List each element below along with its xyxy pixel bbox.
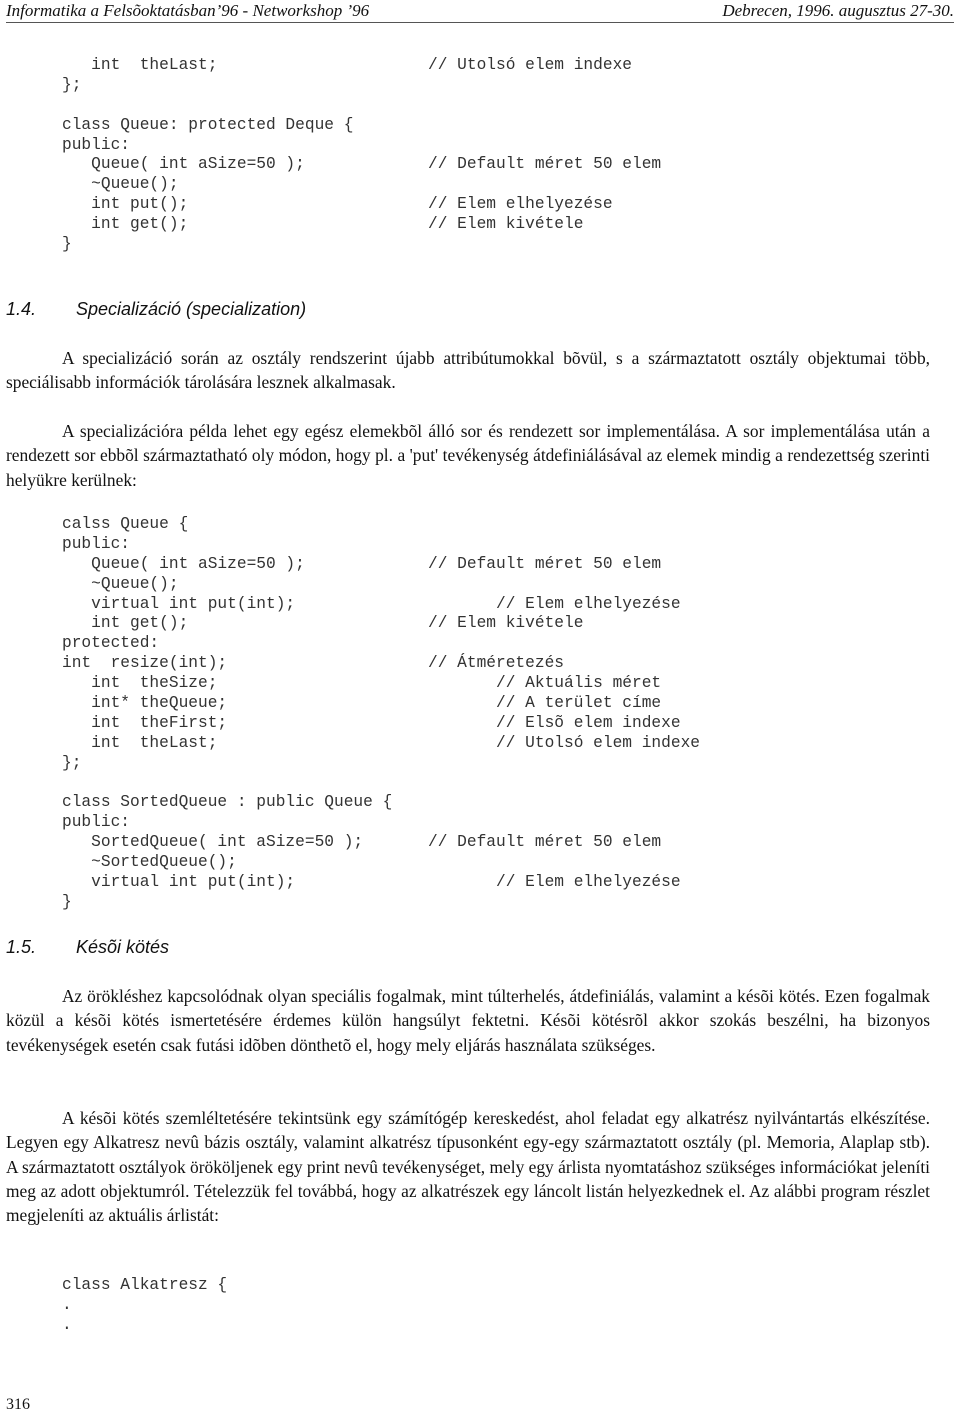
code-comment: // Utolsó elem indexe xyxy=(428,56,632,74)
section-heading-1-5: 1.5. Késõi kötés xyxy=(6,937,169,958)
code-line: } xyxy=(62,893,392,913)
code-line: int theLast; // Utolsó elem indexe xyxy=(62,56,632,76)
code-text: int theSize; xyxy=(62,674,218,693)
code-line: public: xyxy=(62,813,392,833)
code-text: } xyxy=(62,235,72,254)
section-number: 1.5. xyxy=(6,937,37,957)
section-title: Késõi kötés xyxy=(76,937,170,957)
page-header: Informatika a Felsõoktatásban’96 - Netwo… xyxy=(6,0,954,23)
code-text: . xyxy=(62,1315,72,1334)
code-text: int get(); xyxy=(62,215,189,234)
code-line: ~Queue(); xyxy=(62,575,392,595)
code-line: int resize(int); // Átméretezés xyxy=(62,654,564,674)
code-line: ~Queue(); xyxy=(62,175,353,195)
code-text: Queue( int aSize=50 ); xyxy=(62,554,305,573)
code-comment: // Elem elhelyezése xyxy=(428,195,613,214)
code-line: calss Queue { xyxy=(62,515,392,535)
code-line: Queue( int aSize=50 ); // Default méret 5… xyxy=(62,155,661,175)
code-line: int put(); // Elem elhelyezése xyxy=(62,195,612,215)
code-comment: // Átméretezés xyxy=(428,654,564,673)
code-block-alkatresz: class Alkatresz {.. xyxy=(62,1276,227,1336)
code-text: Queue( int aSize=50 ); xyxy=(62,155,305,174)
code-text: int theLast; xyxy=(62,733,218,752)
code-text: virtual int put(int); xyxy=(62,873,296,892)
code-comment: // Aktuális méret xyxy=(428,674,662,693)
code-line: Queue( int aSize=50 ); // Default méret 5… xyxy=(62,554,661,575)
paragraph: Az örökléshez kapcsolódnak olyan speciál… xyxy=(6,986,930,1055)
code-line: . xyxy=(62,1316,227,1336)
code-comment: // Default méret 50 elem xyxy=(428,833,662,852)
code-text: int resize(int); xyxy=(62,654,228,673)
code-comment: // Elem elhelyezése xyxy=(428,594,681,613)
code-text: ~SortedQueue(); xyxy=(62,853,237,872)
code-text: protected: xyxy=(62,634,160,653)
code-comment: // Elem elhelyezése xyxy=(428,873,681,892)
code-line: ~SortedQueue(); xyxy=(62,853,392,873)
code-line: SortedQueue( int aSize=50 ); // Default m… xyxy=(62,833,661,853)
code-line: public: xyxy=(62,136,353,156)
code-line: virtual int put(int); // Elem elhelyezés… xyxy=(62,594,680,615)
code-text: }; xyxy=(62,75,82,94)
code-line: int theSize; // Aktuális méret xyxy=(62,674,661,694)
code-text: public: xyxy=(62,813,130,832)
header-conference-title: Informatika a Felsõoktatásban’96 - Netwo… xyxy=(6,1,370,20)
section-heading-1-4: 1.4. Specializáció (specialization) xyxy=(6,299,306,320)
code-line: } xyxy=(62,235,353,255)
code-line: virtual int put(int); // Elem elhelyezés… xyxy=(62,873,680,893)
code-text: int theFirst; xyxy=(62,713,228,732)
paragraph: A specializációra példa lehet egy egész … xyxy=(6,421,930,490)
code-text: class Alkatresz { xyxy=(62,1276,228,1294)
code-line: int theLast; // Utolsó elem indexe xyxy=(62,733,700,754)
code-comment: // A terület címe xyxy=(428,694,662,713)
code-text: ~Queue(); xyxy=(62,175,179,194)
code-comment: // Elem kivétele xyxy=(428,215,584,234)
code-block-sorted-queue: calss Queue {public: Queue( int aSize=50… xyxy=(62,515,700,913)
code-text: public: xyxy=(62,534,130,553)
code-line: int get(); // Elem kivétele xyxy=(62,215,583,235)
code-line: protected: xyxy=(62,634,392,654)
code-line: }; xyxy=(62,76,353,96)
code-text: int put(); xyxy=(62,195,189,214)
code-text: class Queue: protected Deque { xyxy=(62,115,354,134)
section-number: 1.4. xyxy=(6,299,37,319)
code-line: . xyxy=(62,1296,227,1316)
section-title: Specializáció (specialization) xyxy=(76,299,307,319)
code-comment: // Default méret 50 elem xyxy=(428,554,662,573)
code-text: } xyxy=(62,892,72,911)
paragraph: A késõi kötés szemléltetésére tekintsünk… xyxy=(6,1108,930,1226)
code-comment: // Utolsó elem indexe xyxy=(428,733,700,752)
code-comment: // Elsõ elem indexe xyxy=(428,713,681,732)
code-block-queue-class: int theLast; // Utolsó elem indexe}; class… xyxy=(62,56,661,255)
code-text: public: xyxy=(62,135,130,154)
paragraph: A specializáció során az osztály rendsze… xyxy=(6,348,930,393)
code-text: . xyxy=(62,1295,72,1314)
code-comment: // Default méret 50 elem xyxy=(428,155,662,174)
code-line: }; xyxy=(62,754,392,774)
code-line: public: xyxy=(62,535,392,555)
code-text: }; xyxy=(62,753,82,772)
code-text: calss Queue { xyxy=(62,515,189,533)
code-line: class SortedQueue : public Queue { xyxy=(62,793,392,813)
code-text: SortedQueue( int aSize=50 ); xyxy=(62,833,364,852)
header-place-date: Debrecen, 1996. augusztus 27-30. xyxy=(722,1,954,20)
code-line: int* theQueue; // A terület címe xyxy=(62,694,661,714)
code-line: class Queue: protected Deque { xyxy=(62,116,353,136)
code-line: class Alkatresz { xyxy=(62,1276,227,1296)
code-text: ~Queue(); xyxy=(62,574,179,593)
code-text: int* theQueue; xyxy=(62,694,228,713)
page-number: 316 xyxy=(6,1396,30,1413)
code-text: int theLast; xyxy=(62,56,218,74)
code-line: int theFirst; // Elsõ elem indexe xyxy=(62,713,680,734)
code-text: virtual int put(int); xyxy=(62,594,296,613)
code-text: int get(); xyxy=(62,614,189,633)
code-comment: // Elem kivétele xyxy=(428,614,584,633)
code-text: class SortedQueue : public Queue { xyxy=(62,793,393,812)
code-line: int get(); // Elem kivétele xyxy=(62,614,583,634)
